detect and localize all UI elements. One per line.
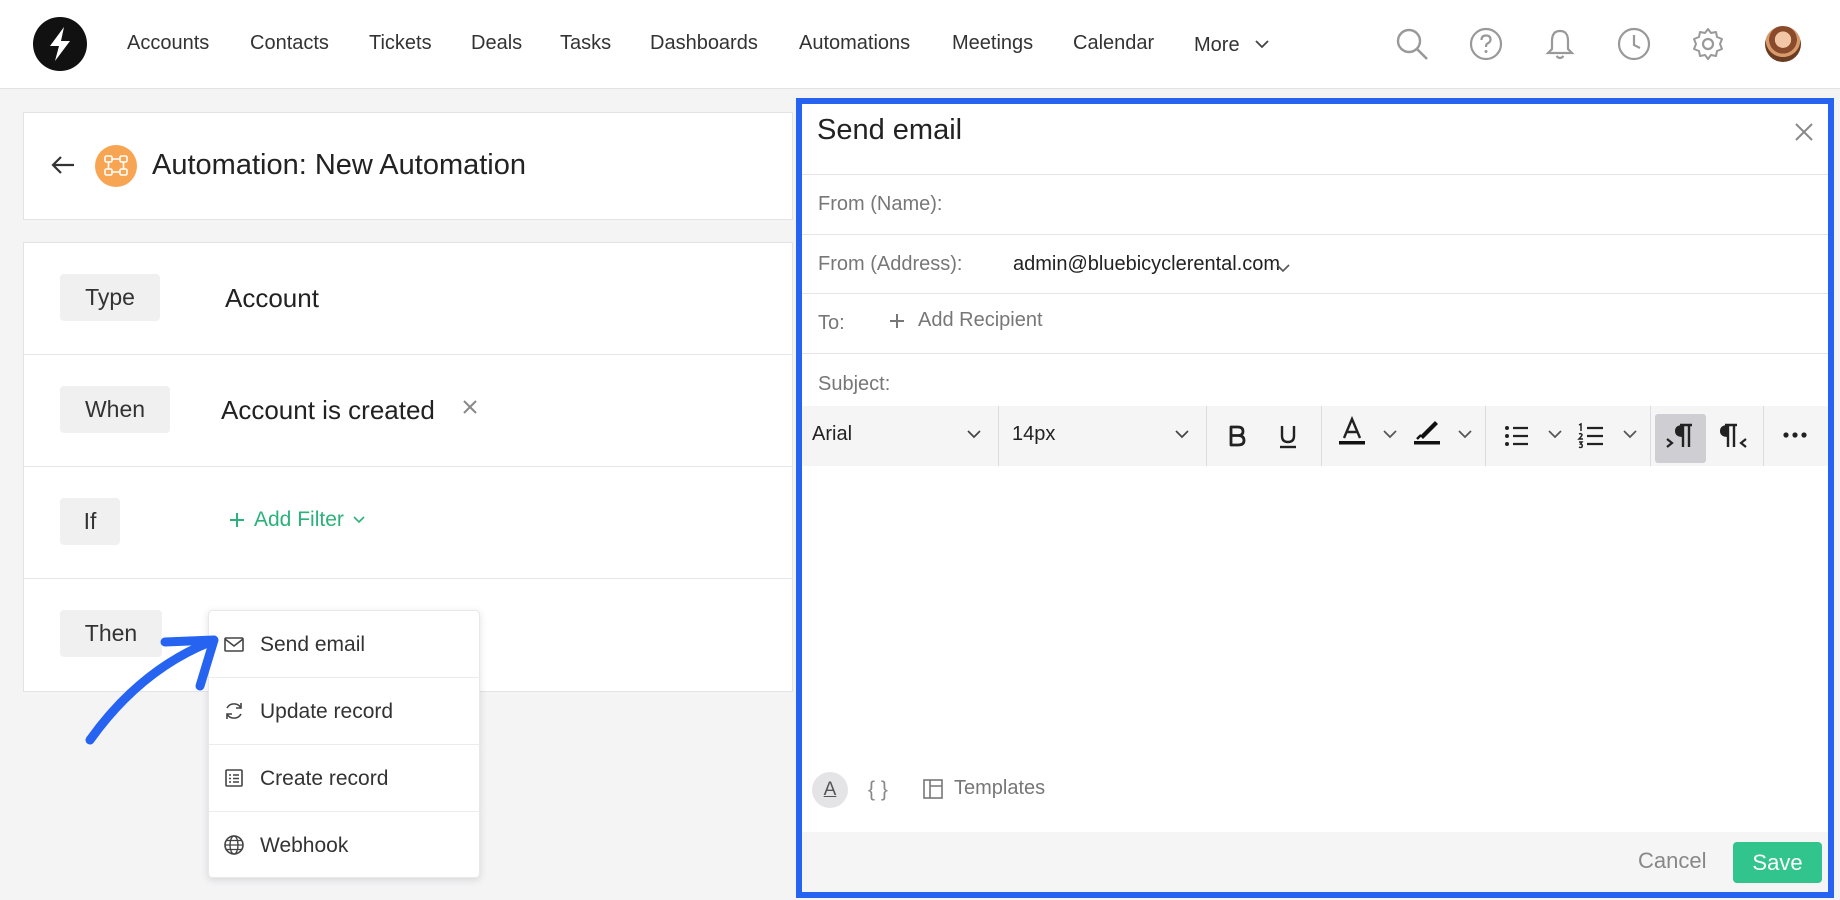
field-divider [802, 234, 1828, 235]
user-avatar[interactable] [1765, 26, 1801, 62]
close-icon[interactable] [1792, 120, 1816, 144]
form-icon [225, 769, 243, 787]
search-icon[interactable] [1394, 26, 1430, 62]
plus-icon [230, 513, 244, 527]
menu-item-send-email[interactable]: Send email [209, 611, 481, 678]
to-label: To: [818, 312, 845, 334]
menu-item-label: Send email [260, 633, 366, 656]
field-divider [802, 353, 1828, 354]
nav-automations[interactable]: Automations [799, 32, 910, 55]
text-color-icon[interactable] [1336, 406, 1368, 456]
gear-icon[interactable] [1690, 26, 1726, 62]
nav-tickets[interactable]: Tickets [369, 32, 432, 55]
if-label: If [60, 498, 120, 545]
row-divider [24, 354, 792, 355]
rtl-direction-icon[interactable] [1716, 421, 1748, 451]
toolbar-separator [1206, 406, 1207, 466]
cancel-button[interactable]: Cancel [1638, 848, 1706, 874]
nav-tasks[interactable]: Tasks [560, 32, 611, 55]
app-logo[interactable] [33, 17, 87, 71]
add-recipient-button[interactable]: Add Recipient [888, 309, 1043, 332]
from-address-label: From (Address): [818, 253, 963, 275]
menu-item-webhook[interactable]: Webhook [209, 812, 481, 879]
globe-icon [224, 835, 244, 855]
menu-item-create-record[interactable]: Create record [209, 745, 481, 812]
nav-contacts[interactable]: Contacts [250, 32, 329, 55]
back-arrow-icon[interactable] [50, 153, 78, 177]
send-email-panel: Send email From (Name): From (Address): … [796, 98, 1834, 898]
toolbar-separator [1650, 406, 1651, 466]
chevron-down-icon[interactable] [1382, 428, 1398, 440]
numbered-list-icon[interactable] [1576, 421, 1606, 451]
refresh-icon [226, 703, 242, 719]
from-name-label: From (Name): [818, 193, 943, 215]
underline-icon[interactable] [1275, 422, 1301, 450]
close-icon[interactable] [459, 396, 481, 418]
chevron-down-icon[interactable] [1457, 428, 1473, 440]
add-filter-button[interactable]: Add Filter [228, 508, 366, 532]
type-value[interactable]: Account [225, 283, 319, 314]
chevron-down-icon[interactable] [1254, 38, 1270, 50]
highlight-icon[interactable] [1411, 406, 1443, 456]
page-title: Automation: New Automation [152, 149, 526, 181]
row-divider [24, 578, 792, 579]
field-divider [802, 174, 1828, 175]
workflow-icon [104, 155, 128, 176]
type-label: Type [60, 274, 160, 321]
chevron-down-icon[interactable] [1622, 428, 1638, 440]
font-size-select[interactable]: 14px [1012, 423, 1055, 446]
chevron-down-icon[interactable] [1275, 262, 1291, 274]
save-button[interactable]: Save [1733, 842, 1822, 883]
ltr-direction-icon[interactable] [1664, 421, 1696, 451]
placeholder-button[interactable]: { } [868, 778, 888, 802]
editor-toolbar: Arial 14px [802, 406, 1828, 466]
templates-button[interactable]: Templates [922, 777, 1045, 800]
toolbar-separator [998, 406, 999, 466]
more-options-icon[interactable] [1780, 428, 1810, 442]
when-value[interactable]: Account is created [221, 395, 435, 426]
menu-item-label: Webhook [260, 834, 349, 857]
field-divider [802, 293, 1828, 294]
nav-accounts[interactable]: Accounts [127, 32, 209, 55]
row-divider [24, 466, 792, 467]
chevron-down-icon[interactable] [1174, 428, 1190, 440]
bold-icon[interactable] [1224, 422, 1250, 450]
toolbar-separator [1485, 406, 1486, 466]
nav-deals[interactable]: Deals [471, 32, 522, 55]
action-dropdown-menu: Send email Update record Create record W… [208, 610, 481, 879]
chevron-down-icon[interactable] [1547, 428, 1563, 440]
chevron-down-icon[interactable] [966, 428, 982, 440]
menu-item-label: Create record [260, 767, 389, 790]
then-label: Then [60, 610, 162, 657]
template-icon [923, 778, 943, 799]
menu-item-update-record[interactable]: Update record [209, 678, 481, 745]
subject-label: Subject: [818, 373, 891, 395]
top-navigation: Accounts Contacts Tickets Deals Tasks Da… [0, 0, 1840, 89]
menu-item-label: Update record [260, 700, 394, 723]
nav-dashboards[interactable]: Dashboards [650, 32, 758, 55]
toolbar-separator [1763, 406, 1764, 466]
email-panel-title: Send email [817, 114, 963, 146]
bell-icon[interactable] [1542, 26, 1578, 62]
font-family-select[interactable]: Arial [812, 423, 852, 446]
nav-calendar[interactable]: Calendar [1073, 32, 1154, 55]
plus-icon [890, 313, 904, 328]
nav-more[interactable]: More [1194, 34, 1240, 57]
from-address-select[interactable]: admin@bluebicyclerental.com [1013, 253, 1280, 276]
email-panel-actions: Cancel Save [802, 832, 1828, 892]
add-recipient-label: Add Recipient [918, 309, 1043, 331]
logo-icon [50, 27, 70, 61]
add-filter-label: Add Filter [254, 508, 344, 531]
bullet-list-icon[interactable] [1502, 421, 1532, 451]
nav-meetings[interactable]: Meetings [952, 32, 1033, 55]
help-icon[interactable] [1468, 26, 1504, 62]
chevron-down-icon [353, 516, 365, 524]
automation-icon [95, 145, 137, 187]
templates-label: Templates [954, 777, 1046, 799]
text-style-button[interactable]: A [812, 772, 848, 808]
toolbar-separator [1321, 406, 1322, 466]
mail-icon [224, 637, 244, 652]
clock-icon[interactable] [1616, 26, 1652, 62]
when-label: When [60, 386, 170, 433]
